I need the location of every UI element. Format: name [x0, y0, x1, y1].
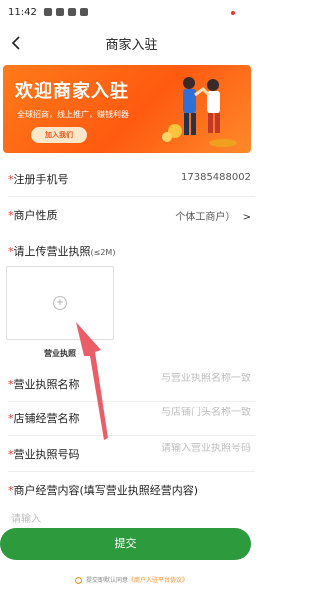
agreement-row: 提交即默认同意《商户入驻平台协议》 — [0, 575, 263, 584]
license-name-input[interactable] — [131, 373, 251, 384]
join-us-button[interactable]: 加入我们 — [31, 127, 87, 143]
license-number-input[interactable] — [131, 443, 251, 454]
license-number-row: *营业执照号码 — [0, 436, 263, 472]
notification-icon — [56, 8, 64, 16]
handshake-illustration-icon — [162, 77, 237, 147]
business-scope-row: *商户经营内容(填写营业执照经营内容) — [0, 472, 263, 508]
notification-icon — [44, 8, 52, 16]
page-title: 商家入驻 — [105, 38, 158, 53]
upload-label: *请上传营业执照(≤2M) — [8, 245, 116, 258]
upload-caption: 营业执照 — [44, 349, 76, 358]
plus-icon: + — [53, 296, 67, 310]
notification-icon — [68, 8, 76, 16]
chevron-right-icon: > — [242, 212, 251, 223]
status-bar: 11:42 — [0, 0, 263, 26]
agreement-link[interactable]: 《商户入驻平台协议》 — [128, 577, 188, 584]
license-name-row: *营业执照名称 — [0, 366, 263, 402]
phone-value: 17385488002 — [181, 172, 251, 183]
license-number-label: *营业执照号码 — [8, 448, 80, 461]
agreement-text: 提交即默认同意 — [85, 577, 128, 584]
license-name-label: *营业执照名称 — [8, 378, 80, 391]
banner-title: 欢迎商家入驻 — [15, 81, 129, 102]
submit-button[interactable]: 提交 — [0, 528, 251, 560]
upload-row: *请上传营业执照(≤2M) — [0, 233, 263, 269]
status-dot-icon — [231, 11, 235, 15]
store-name-label: *店铺经营名称 — [8, 412, 80, 425]
phone-label: *注册手机号 — [8, 173, 69, 186]
shield-icon — [80, 8, 88, 16]
promo-banner[interactable]: 欢迎商家入驻 全球招商，线上推广，赚钱利器 加入我们 — [3, 65, 251, 153]
agree-checkbox[interactable] — [74, 577, 82, 584]
status-time: 11:42 — [8, 7, 37, 18]
nav-bar: 商家入驻 — [0, 26, 263, 60]
merchant-type-label: *商户性质 — [8, 209, 58, 222]
store-name-input[interactable] — [131, 407, 251, 418]
license-upload-button[interactable]: + — [6, 266, 114, 340]
merchant-type-row[interactable]: *商户性质 个体工商户） > — [0, 197, 263, 233]
business-scope-label: *商户经营内容(填写营业执照经营内容) — [8, 484, 199, 497]
merchant-type-select[interactable]: 个体工商户） > — [175, 208, 251, 223]
banner-subtitle: 全球招商，线上推广，赚钱利器 — [17, 110, 129, 119]
phone-row: *注册手机号 17385488002 — [0, 161, 263, 197]
status-icons — [44, 8, 88, 16]
store-name-row: *店铺经营名称 — [0, 400, 263, 436]
